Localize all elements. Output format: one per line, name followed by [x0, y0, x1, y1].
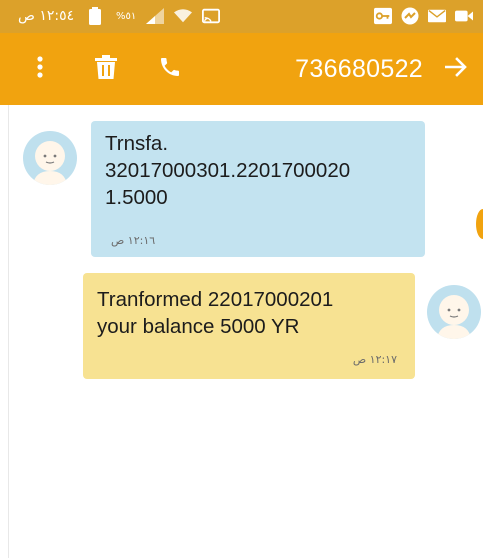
person-icon — [437, 295, 471, 339]
battery-icon — [86, 7, 104, 25]
forward-button[interactable] — [442, 55, 470, 83]
status-right-icons — [374, 7, 473, 25]
conversation-title: 736680522 — [295, 55, 423, 83]
status-left-icons: %٥١ — [86, 7, 221, 25]
key-icon — [374, 7, 392, 25]
cast-icon — [202, 7, 221, 25]
call-button[interactable] — [156, 55, 184, 83]
status-bar: ١٢:٥٤ ص %٥١ — [0, 0, 483, 33]
more-options-button[interactable] — [26, 55, 54, 83]
message-bubble-outgoing[interactable]: Tranformed 22017000201 your balance 5000… — [83, 273, 415, 379]
message-time: ١٢:١٦ ص — [111, 234, 156, 247]
status-time: ١٢:٥٤ ص — [18, 8, 75, 24]
more-vert-icon — [36, 55, 44, 83]
person-icon — [33, 141, 67, 185]
battery-percent: %٥١ — [116, 10, 137, 22]
video-icon — [455, 7, 473, 25]
message-text: Trnsfa. 32017000301.2201700020 1.5000 — [105, 132, 351, 209]
delete-icon — [95, 55, 117, 83]
message-text: Tranformed 22017000201 your balance 5000… — [97, 288, 334, 338]
delete-button[interactable] — [92, 55, 120, 83]
messenger-icon — [401, 7, 419, 25]
scroll-fab-edge — [476, 209, 483, 239]
conversation-toolbar: 736680522 — [0, 33, 483, 105]
avatar-contact[interactable] — [23, 131, 77, 185]
arrow-forward-icon — [444, 57, 467, 81]
mail-icon — [428, 7, 446, 25]
phone-icon — [158, 55, 182, 83]
message-time: ١٢:١٧ ص — [352, 353, 397, 366]
signal-icon — [146, 7, 165, 25]
avatar-self[interactable] — [427, 285, 481, 339]
message-bubble-incoming[interactable]: Trnsfa. 32017000301.2201700020 1.5000 ١٢… — [91, 121, 425, 257]
message-list[interactable]: Trnsfa. 32017000301.2201700020 1.5000 ١٢… — [8, 105, 483, 558]
wifi-icon — [174, 7, 193, 25]
